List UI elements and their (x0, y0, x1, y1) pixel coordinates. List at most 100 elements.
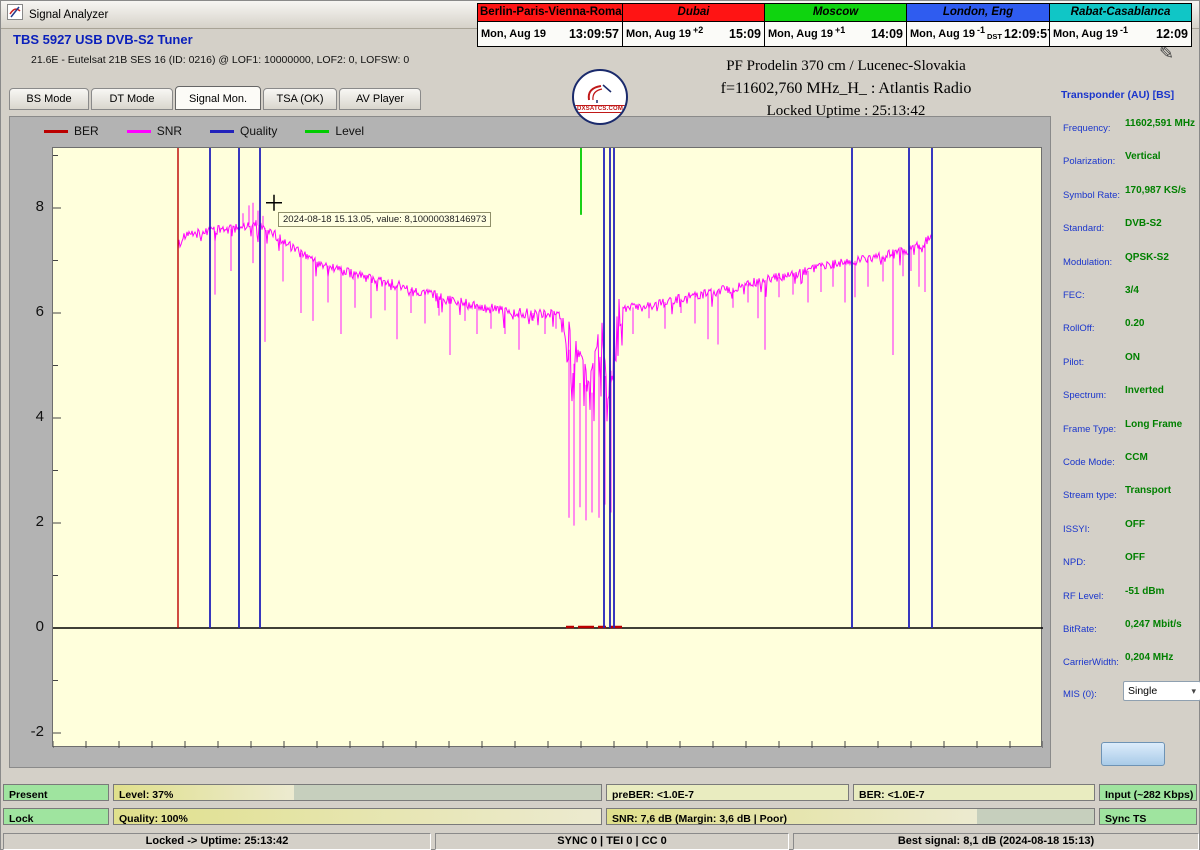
tp-row-frequency: Frequency: 11602,591 MHz (1063, 118, 1199, 133)
tp-label: Symbol Rate: (1063, 190, 1120, 201)
y-axis-label-2: 2 (10, 513, 44, 530)
tp-row-rf-level: RF Level:-51 dBm (1063, 586, 1199, 601)
tp-label: Frequency: (1063, 123, 1111, 134)
tp-label: Standard: (1063, 223, 1104, 234)
mis-row: MIS (0): Single ▾ (1063, 684, 1199, 699)
tab-bar: BS ModeDT ModeSignal Mon.TSA (OK)AV Play… (1, 88, 471, 112)
tp-label: Modulation: (1063, 257, 1112, 268)
tp-value: ON (1125, 352, 1140, 363)
tp-label: Stream type: (1063, 490, 1117, 501)
tp-value: Transport (1125, 485, 1171, 496)
statusbar-best-signal: Best signal: 8,1 dB (2024-08-18 15:13) (793, 833, 1199, 850)
status-input-282-kbps: Input (~282 Kbps) (1099, 784, 1197, 801)
tp-row-stream-type: Stream type: Transport (1063, 485, 1199, 500)
world-clocks: Berlin-Paris-Vienna-RomaMon, Aug 1913:09… (478, 3, 1192, 47)
tp-label: Polarization: (1063, 156, 1115, 167)
tp-row-rolloff: RollOff: 0.20 (1063, 318, 1199, 333)
tp-value: Inverted (1125, 385, 1164, 396)
tp-row-polarization: Polarization: Vertical (1063, 151, 1199, 166)
tab-bs-mode[interactable]: BS Mode (9, 88, 89, 110)
tp-row-fec: FEC:3/4 (1063, 285, 1199, 300)
satellite-dish-icon (583, 82, 617, 104)
signal-plot[interactable]: 2024-08-18 15.13.05, value: 8,1000003814… (52, 147, 1042, 747)
clock-berlin-paris-vienna-roma: Berlin-Paris-Vienna-RomaMon, Aug 1913:09… (477, 3, 623, 47)
tp-value: Vertical (1125, 151, 1161, 162)
clock-city-label: Rabat-Casablanca (1050, 4, 1191, 22)
tp-row-bitrate: BitRate:0,247 Mbit/s (1063, 619, 1199, 634)
tp-value: OFF (1125, 519, 1145, 530)
clock-city-label: Berlin-Paris-Vienna-Roma (478, 4, 622, 22)
status-quality: Quality: 100% (113, 808, 602, 825)
tp-value: QPSK-S2 (1125, 252, 1169, 263)
locked-uptime: Locked Uptime : 25:13:42 (611, 100, 1081, 122)
tp-label: Frame Type: (1063, 424, 1116, 435)
tp-row-modulation: Modulation: QPSK-S2 (1063, 252, 1199, 267)
clock-moscow: MoscowMon, Aug 19+114:09 (764, 3, 907, 47)
clock-city-label: Moscow (765, 4, 906, 22)
tp-label: Pilot: (1063, 357, 1084, 368)
tp-label: RollOff: (1063, 323, 1095, 334)
status-sync-ts: Sync TS (1099, 808, 1197, 825)
signal-trace-svg (53, 148, 1043, 748)
tp-row-spectrum: Spectrum:Inverted (1063, 385, 1199, 400)
clock-city-label: London, Eng (907, 4, 1049, 22)
app-icon (7, 4, 23, 25)
tp-row-frame-type: Frame Type:Long Frame (1063, 419, 1199, 434)
tab-signal-mon[interactable]: Signal Mon. (175, 86, 261, 110)
legend-quality: Quality (210, 124, 277, 138)
tp-row-issyi: ISSYI: OFF (1063, 519, 1199, 534)
tp-value: 170,987 KS/s (1125, 185, 1186, 196)
status-snr: SNR: 7,6 dB (Margin: 3,6 dB | Poor) (606, 808, 1095, 825)
frequency-station: f=11602,760 MHz_H_ : Atlantis Radio (611, 77, 1081, 100)
status-level: Level: 37% (113, 784, 602, 801)
status-ber: BER: <1.0E-7 (853, 784, 1095, 801)
tp-row-npd: NPD:OFF (1063, 552, 1199, 567)
satellite-info: 21.6E - Eutelsat 21B SES 16 (ID: 0216) @… (31, 54, 409, 66)
legend-swatch-snr (127, 130, 151, 133)
transponder-panel: Transponder (AU) [BS] Frequency:11602,59… (1057, 86, 1200, 776)
clock-time: Mon, Aug 19-112:09 (1050, 22, 1191, 46)
clock-time: Mon, Aug 1913:09:57 (478, 22, 622, 46)
tp-label: NPD: (1063, 557, 1086, 568)
dxsatcs-logo: DXSATCS.COM (572, 69, 628, 125)
tp-label: FEC: (1063, 290, 1085, 301)
tp-value: DVB-S2 (1125, 218, 1162, 229)
tp-value: CCM (1125, 452, 1148, 463)
tp-value: 11602,591 MHz (1125, 118, 1195, 129)
tp-label: RF Level: (1063, 591, 1104, 602)
tp-row-code-mode: Code Mode: CCM (1063, 452, 1199, 467)
status-lock: Lock (3, 808, 109, 825)
tp-label: CarrierWidth: (1063, 657, 1119, 668)
tp-label: ISSYI: (1063, 524, 1090, 535)
legend-swatch-ber (44, 130, 68, 133)
tuner-name: TBS 5927 USB DVB-S2 Tuner (13, 32, 193, 47)
status-preber: preBER: <1.0E-7 (606, 784, 849, 801)
station-info: PF Prodelin 370 cm / Lucenec-Slovakia f=… (611, 55, 1081, 122)
clock-london-eng: London, EngMon, Aug 19-1DST12:09:57 (906, 3, 1050, 47)
tab-tsa-ok[interactable]: TSA (OK) (263, 88, 337, 110)
tp-value: 0,204 MHz (1125, 652, 1173, 663)
y-axis-label-6: 6 (10, 303, 44, 320)
signal-chart-panel: BERSNRQualityLevel 86420-2 2024-08-18 15… (9, 116, 1051, 768)
y-axis-label--2: -2 (10, 723, 44, 740)
tab-av-player[interactable]: AV Player (339, 88, 421, 110)
tp-value: 0.20 (1125, 318, 1144, 329)
tp-label: Code Mode: (1063, 457, 1115, 468)
clock-time: Mon, Aug 19+114:09 (765, 22, 906, 46)
mis-value: Single (1128, 685, 1157, 697)
tp-row-symbol-rate: Symbol Rate: 170,987 KS/s (1063, 185, 1199, 200)
y-axis-label-8: 8 (10, 198, 44, 215)
tab-dt-mode[interactable]: DT Mode (91, 88, 173, 110)
clock-city-label: Dubai (623, 4, 764, 22)
legend-ber: BER (44, 124, 99, 138)
clock-time: Mon, Aug 19-1DST12:09:57 (907, 22, 1049, 46)
y-axis-label-0: 0 (10, 618, 44, 635)
statusbar-sync-0-tei-0-cc-0: SYNC 0 | TEI 0 | CC 0 (435, 833, 789, 850)
mis-select[interactable]: Single ▾ (1123, 681, 1200, 701)
legend-swatch-quality (210, 130, 234, 133)
chart-tooltip: 2024-08-18 15.13.05, value: 8,1000003814… (278, 212, 491, 227)
panel-button[interactable] (1101, 742, 1165, 766)
clock-rabat-casablanca: Rabat-CasablancaMon, Aug 19-112:09 (1049, 3, 1192, 47)
logo-text: DXSATCS.COM (574, 105, 626, 113)
status-present: Present (3, 784, 109, 801)
